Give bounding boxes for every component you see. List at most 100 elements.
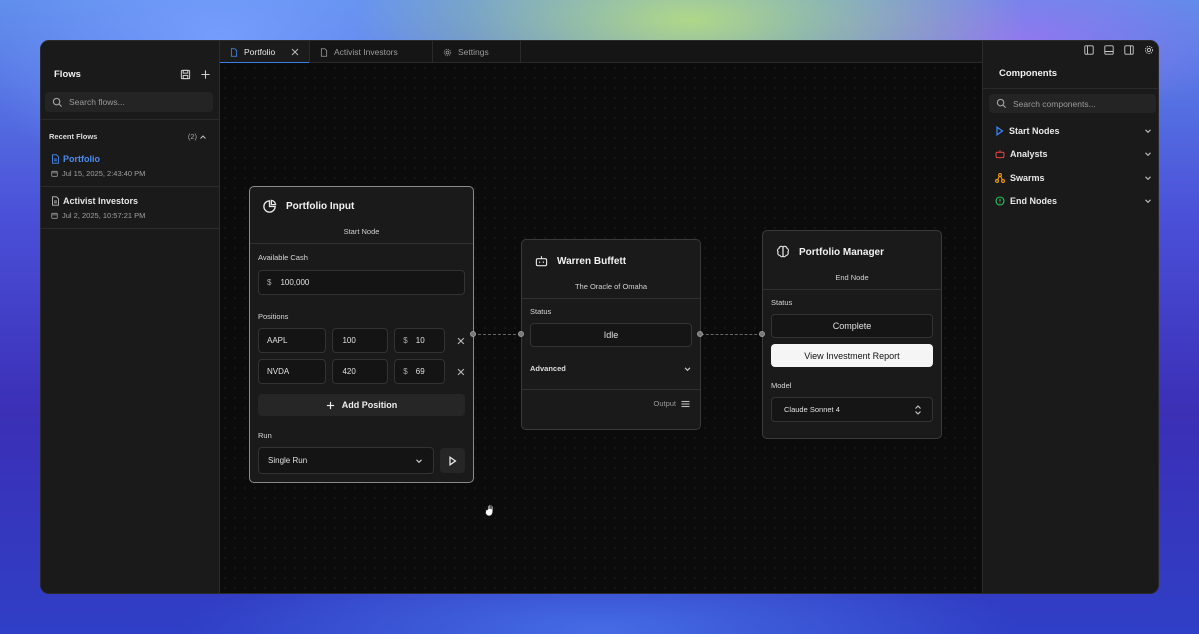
network-icon bbox=[995, 172, 1005, 183]
flow-canvas[interactable]: Portfolio Input Start Node Available Cas… bbox=[220, 63, 982, 593]
info-circle-icon bbox=[995, 196, 1005, 206]
run-mode-select[interactable]: Single Run bbox=[258, 447, 434, 474]
components-title: Components bbox=[983, 59, 1158, 89]
menu-icon[interactable] bbox=[681, 400, 690, 408]
flow-item-portfolio[interactable]: Portfolio Jul 15, 2025, 2:43:40 PM bbox=[41, 145, 219, 187]
shares-value: 420 bbox=[342, 367, 356, 376]
tab-portfolio[interactable]: Portfolio bbox=[220, 41, 310, 64]
component-swarms[interactable]: Swarms bbox=[983, 166, 1158, 190]
node-subtitle: End Node bbox=[835, 273, 869, 282]
view-investment-report-button[interactable]: View Investment Report bbox=[771, 344, 933, 367]
edge-portfolio-to-analyst bbox=[473, 334, 521, 335]
bot-icon bbox=[995, 150, 1005, 159]
chevron-down-icon bbox=[1145, 176, 1151, 180]
model-label: Model bbox=[771, 381, 792, 390]
search-flows[interactable] bbox=[45, 92, 213, 112]
calendar-icon bbox=[51, 212, 58, 219]
gear-icon[interactable] bbox=[1144, 45, 1154, 55]
remove-position-icon[interactable] bbox=[457, 337, 465, 345]
status-value: Complete bbox=[832, 321, 872, 331]
report-button-label: View Investment Report bbox=[804, 350, 900, 361]
output-handle[interactable] bbox=[697, 331, 703, 337]
play-icon bbox=[996, 125, 1004, 136]
price-input[interactable]: $10 bbox=[394, 328, 446, 353]
chevron-down-icon bbox=[1145, 129, 1151, 133]
status-label: Status bbox=[530, 307, 552, 316]
model-select[interactable]: Claude Sonnet 4 bbox=[771, 397, 933, 422]
remove-position-icon[interactable] bbox=[457, 368, 465, 376]
recent-flows-label: Recent Flows bbox=[49, 132, 98, 141]
currency-symbol: $ bbox=[403, 336, 408, 345]
run-button[interactable] bbox=[440, 448, 465, 473]
file-icon bbox=[320, 47, 328, 57]
recent-flows-count: (2) bbox=[187, 132, 197, 141]
flows-title: Flows bbox=[54, 68, 81, 80]
flow-name: Portfolio bbox=[63, 154, 100, 164]
search-components[interactable] bbox=[989, 94, 1156, 113]
new-flow-icon[interactable] bbox=[200, 69, 211, 80]
output-handle[interactable] bbox=[470, 331, 476, 337]
tab-label: Portfolio bbox=[244, 47, 276, 57]
components-sidebar: Components Start Nodes Analysts Swa bbox=[982, 41, 1158, 593]
portfolio-manager-node[interactable]: Portfolio Manager End Node Status Comple… bbox=[762, 230, 942, 439]
search-flows-input[interactable] bbox=[69, 97, 206, 107]
cash-value: 100,000 bbox=[280, 278, 310, 287]
chevron-up-down-icon bbox=[915, 404, 921, 415]
ticker-value: AAPL bbox=[267, 336, 288, 345]
price-input[interactable]: $69 bbox=[394, 359, 446, 384]
recent-flows-header[interactable]: Recent Flows (2) bbox=[41, 119, 219, 145]
ticker-value: NVDA bbox=[267, 367, 290, 376]
price-value: 10 bbox=[415, 336, 425, 345]
advanced-toggle[interactable]: Advanced bbox=[530, 364, 692, 373]
node-title: Portfolio Input bbox=[286, 201, 355, 212]
app-window: Flows Recent Flows (2) bbox=[40, 40, 1159, 594]
shares-value: 100 bbox=[342, 336, 356, 345]
shares-input[interactable]: 100 bbox=[332, 328, 389, 353]
close-icon[interactable] bbox=[291, 48, 299, 56]
toggle-left-panel-icon[interactable] bbox=[1084, 45, 1094, 55]
available-cash-label: Available Cash bbox=[258, 253, 308, 262]
run-mode-value: Single Run bbox=[268, 456, 308, 465]
tab-label: Settings bbox=[458, 47, 489, 57]
currency-symbol: $ bbox=[403, 367, 408, 376]
component-start-nodes[interactable]: Start Nodes bbox=[983, 119, 1158, 143]
chevron-down-icon bbox=[416, 458, 422, 463]
toggle-right-panel-icon[interactable] bbox=[1124, 45, 1134, 55]
positions-label: Positions bbox=[258, 312, 289, 321]
warren-buffett-node[interactable]: Warren Buffett The Oracle of Omaha Statu… bbox=[521, 239, 701, 430]
position-row: NVDA 420 $69 bbox=[258, 359, 465, 384]
search-components-input[interactable] bbox=[1013, 98, 1149, 109]
input-handle[interactable] bbox=[518, 331, 524, 337]
tab-bar: Portfolio Activist Investors Settings bbox=[220, 41, 982, 64]
component-end-nodes[interactable]: End Nodes bbox=[983, 190, 1158, 214]
brain-icon bbox=[776, 245, 790, 258]
play-icon bbox=[449, 455, 457, 466]
shares-input[interactable]: 420 bbox=[332, 359, 389, 384]
save-icon[interactable] bbox=[180, 69, 191, 80]
ticker-input[interactable]: AAPL bbox=[258, 328, 327, 353]
component-label: Analysts bbox=[1010, 149, 1048, 160]
toggle-bottom-panel-icon[interactable] bbox=[1104, 45, 1114, 55]
price-value: 69 bbox=[415, 367, 425, 376]
flow-item-activist-investors[interactable]: Activist Investors Jul 2, 2025, 10:57:21… bbox=[41, 187, 219, 229]
tab-activist-investors[interactable]: Activist Investors bbox=[310, 41, 433, 63]
node-title: Warren Buffett bbox=[557, 255, 627, 267]
node-subtitle: Start Node bbox=[343, 227, 380, 236]
model-value: Claude Sonnet 4 bbox=[784, 405, 840, 414]
component-analysts[interactable]: Analysts bbox=[983, 143, 1158, 167]
file-icon bbox=[52, 196, 59, 206]
portfolio-input-node[interactable]: Portfolio Input Start Node Available Cas… bbox=[249, 186, 474, 483]
cash-input[interactable]: $ 100,000 bbox=[258, 270, 465, 295]
pie-chart-icon bbox=[263, 199, 277, 213]
chevron-down-icon bbox=[1145, 199, 1151, 204]
position-row: AAPL 100 $10 bbox=[258, 328, 465, 353]
ticker-input[interactable]: NVDA bbox=[258, 359, 327, 384]
input-handle[interactable] bbox=[759, 331, 765, 337]
bot-icon bbox=[535, 256, 548, 267]
add-position-button[interactable]: Add Position bbox=[258, 394, 465, 416]
tab-settings[interactable]: Settings bbox=[433, 41, 521, 63]
component-label: Start Nodes bbox=[1009, 125, 1060, 136]
flow-date: Jul 2, 2025, 10:57:21 PM bbox=[62, 211, 146, 220]
node-title: Portfolio Manager bbox=[799, 246, 885, 258]
plus-icon bbox=[326, 401, 334, 409]
